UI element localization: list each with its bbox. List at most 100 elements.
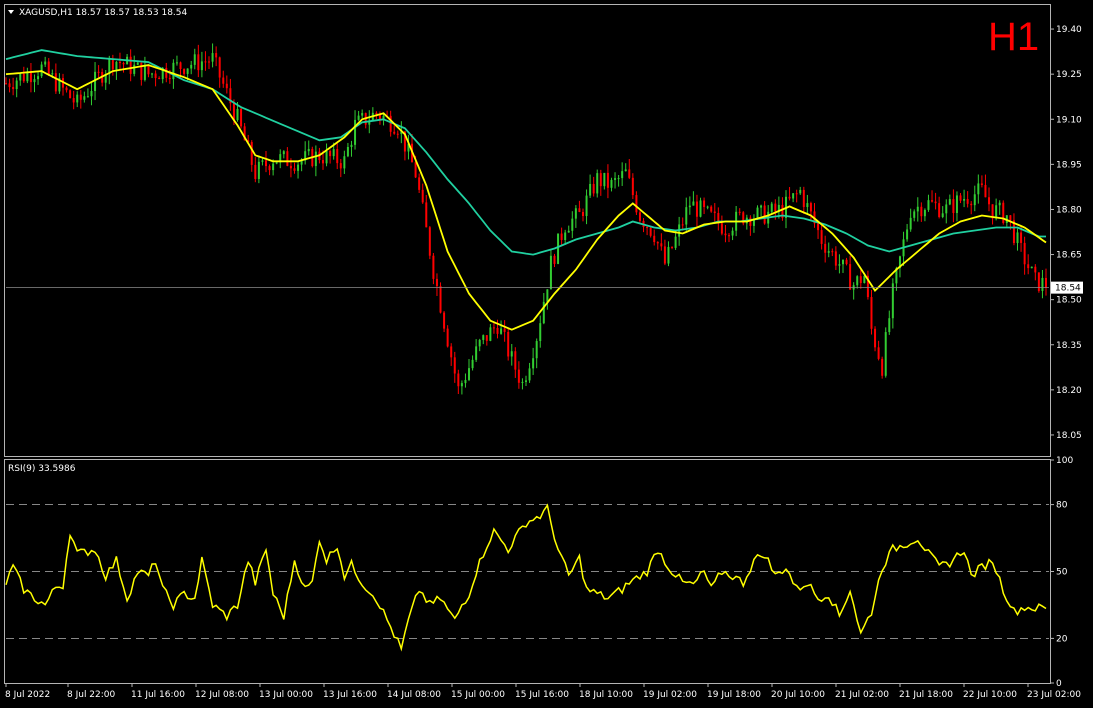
candle-body <box>172 62 175 80</box>
candle-body <box>728 235 731 237</box>
candle-body <box>581 211 584 217</box>
candle-body <box>272 163 275 171</box>
candle-body <box>920 206 923 217</box>
candle-body <box>923 209 926 217</box>
price-tick-label: 19.25 <box>1056 70 1082 80</box>
candle-body <box>1023 242 1026 265</box>
candle-body <box>200 61 203 71</box>
candle-body <box>503 328 506 332</box>
candle-body <box>336 149 339 164</box>
candle-body <box>1037 272 1040 291</box>
time-tick-label: 8 Jul 22:00 <box>67 690 116 700</box>
candle-body <box>631 177 634 196</box>
candle-body <box>418 177 421 190</box>
candle-body <box>995 205 998 219</box>
candle-body <box>820 230 823 244</box>
candle-body <box>749 217 752 226</box>
price-tick-label: 18.50 <box>1056 296 1082 306</box>
candle-body <box>507 331 510 357</box>
price-tick-label: 18.65 <box>1056 251 1082 261</box>
candle-body <box>307 148 310 152</box>
current-price-label: 18.54 <box>1055 284 1081 294</box>
candle-body <box>1027 264 1030 269</box>
candle-body <box>874 328 877 348</box>
candle-body <box>143 65 146 80</box>
price-tick-label: 18.35 <box>1056 341 1082 351</box>
candle-body <box>560 233 563 241</box>
candle-body <box>8 83 11 88</box>
candle-body <box>175 62 178 64</box>
candle-body <box>938 203 941 217</box>
candle-body <box>998 202 1001 206</box>
candle-body <box>710 206 713 212</box>
candle-body <box>492 327 495 329</box>
candle-body <box>471 359 474 369</box>
candle-body <box>208 61 211 63</box>
price-tick-label: 18.80 <box>1056 205 1082 215</box>
candle-body <box>289 165 292 169</box>
candle-body <box>453 357 456 374</box>
candle-body <box>118 61 121 64</box>
candle-body <box>681 224 684 226</box>
candle-body <box>1009 215 1012 221</box>
candle-body <box>435 278 438 287</box>
symbol-info: XAGUSD,H1 18.57 18.57 18.53 18.54 <box>19 8 188 18</box>
candle-body <box>421 189 424 203</box>
candle-body <box>69 90 72 99</box>
candle-body <box>293 168 296 171</box>
candle-body <box>76 94 79 103</box>
candle-body <box>122 63 125 65</box>
chart-menu-triangle-icon[interactable] <box>8 10 14 14</box>
candle-body <box>482 335 485 340</box>
price-tick-label: 19.10 <box>1056 115 1082 125</box>
rsi-tick-label: 100 <box>1056 456 1073 466</box>
candle-body <box>254 164 257 179</box>
candle-body <box>571 218 574 231</box>
candle-body <box>5 83 7 85</box>
candle-body <box>65 87 68 91</box>
price-pane-frame <box>4 4 1051 457</box>
candle-body <box>22 73 25 82</box>
candle-body <box>635 195 638 213</box>
candle-body <box>54 73 57 92</box>
rsi-tick-label: 20 <box>1056 634 1068 644</box>
candle-body <box>824 243 827 253</box>
time-tick-label: 21 Jul 02:00 <box>835 690 889 700</box>
candle-body <box>165 67 168 78</box>
candle-body <box>286 151 289 166</box>
candle-body <box>720 223 723 234</box>
candle-body <box>193 54 196 65</box>
time-tick-label: 11 Jul 16:00 <box>131 690 185 700</box>
candle-body <box>514 351 517 370</box>
candle-body <box>549 255 552 290</box>
candle-body <box>927 200 930 210</box>
candle-body <box>215 53 218 58</box>
rsi-label: RSI(9) 33.5986 <box>8 464 76 474</box>
candle-body <box>29 72 32 83</box>
candle-body <box>760 205 763 208</box>
timeframe-label: H1 <box>988 15 1039 59</box>
candle-body <box>963 198 966 201</box>
time-tick-label: 13 Jul 00:00 <box>259 690 313 700</box>
candle-body <box>33 79 36 83</box>
candle-body <box>12 87 15 90</box>
candle-body <box>414 162 417 178</box>
candle-body <box>592 183 595 194</box>
candle-body <box>218 57 221 78</box>
candle-body <box>268 166 271 171</box>
candle-body <box>931 200 934 202</box>
candle-body <box>325 150 328 164</box>
candle-body <box>375 112 378 115</box>
candle-body <box>638 212 641 221</box>
time-tick-label: 19 Jul 02:00 <box>643 690 697 700</box>
candle-body <box>240 108 243 127</box>
candle-body <box>703 200 706 208</box>
candle-body <box>806 203 809 208</box>
candle-body <box>190 64 193 69</box>
candle-body <box>809 203 812 212</box>
rsi-tick-label: 50 <box>1056 568 1068 578</box>
candle-body <box>339 163 342 169</box>
time-tick-label: 15 Jul 00:00 <box>451 690 505 700</box>
trading-chart[interactable]: 19.40 19.25 19.10 18.95 18.80 18.65 18.50 18.35… <box>0 0 1093 708</box>
candle-body <box>685 207 688 225</box>
